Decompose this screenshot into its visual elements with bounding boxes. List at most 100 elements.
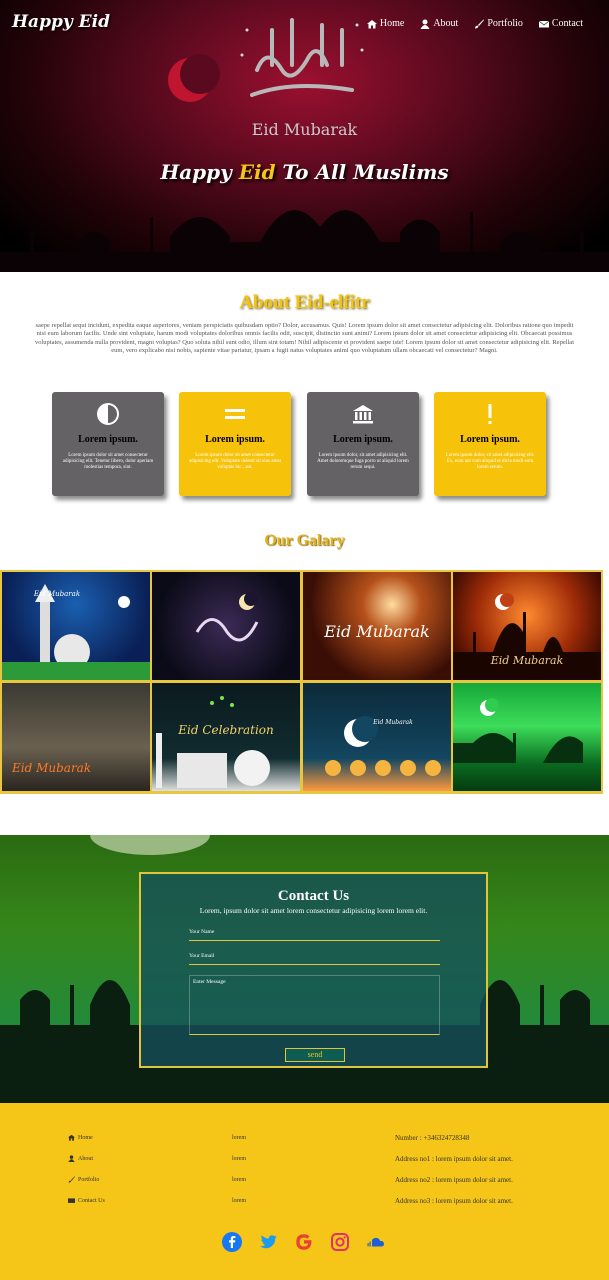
equals-icon <box>225 409 245 419</box>
contact-form: Contact Us Lorem, ipsum dolor sit amet l… <box>139 872 488 1068</box>
hero-banner: Happy Eid Home About Portfolio Contact E… <box>0 0 609 272</box>
feature-card[interactable]: Lorem ipsum. Lorem ipsum dolor, sit amet… <box>434 392 546 496</box>
hero-tagline: Happy Eid To All Muslims <box>0 160 609 184</box>
footer-middle: lorem lorem lorem lorem <box>232 1127 246 1211</box>
mosque-silhouette-illustration <box>453 698 583 763</box>
facebook-icon[interactable] <box>222 1232 242 1252</box>
card-title: Lorem ipsum. <box>333 434 393 445</box>
mosque-skyline-illustration <box>0 210 609 272</box>
footer-link-portfolio[interactable]: Portfolio <box>68 1169 105 1190</box>
soundcloud-icon[interactable] <box>366 1232 386 1252</box>
footer-phone: Number : +346324728348 <box>395 1133 470 1142</box>
footer-link-about[interactable]: About <box>68 1148 105 1169</box>
gallery-caption: Eid Mubarak <box>324 622 430 641</box>
card-title: Lorem ipsum. <box>78 434 138 445</box>
gallery-image[interactable] <box>453 683 601 791</box>
card-title: Lorem ipsum. <box>205 434 265 445</box>
nav-contact-label: Contact <box>551 18 583 29</box>
footer: Home About Portfolio Contact Us lorem lo… <box>0 1103 609 1280</box>
footer-links: Home About Portfolio Contact Us <box>68 1127 105 1211</box>
footer-link-label: About <box>78 1155 93 1162</box>
nav-about-label: About <box>433 18 459 29</box>
lanterns-illustration <box>325 716 441 776</box>
message-field[interactable]: Enter Message <box>189 975 440 1035</box>
instagram-icon[interactable] <box>330 1232 350 1252</box>
envelope-icon <box>68 1198 75 1203</box>
exclamation-icon <box>488 404 492 424</box>
contact-title: Contact Us <box>277 888 350 904</box>
half-circle-icon <box>97 403 119 425</box>
user-icon <box>420 19 430 29</box>
footer-link-label: Contact Us <box>78 1197 105 1204</box>
nav-home[interactable]: Home <box>366 18 405 29</box>
brand-logo[interactable]: Happy Eid <box>12 12 110 32</box>
gallery-image[interactable]: Eid Mubarak <box>303 683 451 791</box>
tagline-part: Happy <box>160 160 239 184</box>
envelope-icon <box>538 20 549 27</box>
image-gallery: Eid Mubarak Eid Mubarak Eid Mubarak Eid … <box>0 570 603 794</box>
nav-about[interactable]: About <box>420 18 458 29</box>
about-text: saepe repellat sequi incidunt, expedita … <box>34 322 575 355</box>
footer-info: Number : +346324728348 Address no1 : lor… <box>395 1127 513 1211</box>
twitter-icon[interactable] <box>258 1232 278 1252</box>
gallery-image[interactable] <box>152 572 300 680</box>
card-text: Lorem ipsum dolor sit amet consectetur a… <box>188 453 282 471</box>
gallery-image[interactable]: Eid Mubarak <box>2 572 150 680</box>
main-nav: Home About Portfolio Contact <box>366 18 583 29</box>
user-icon <box>68 1155 75 1162</box>
card-text: Lorem ipsum dolor sit amet consectetur a… <box>62 453 154 471</box>
contact-subtitle: Lorem, ipsum dolor sit amet lorem consec… <box>199 906 428 915</box>
hero-caption: Eid Mubarak <box>251 120 358 139</box>
feature-card[interactable]: Lorem ipsum. Lorem ipsum dolor sit amet … <box>52 392 164 496</box>
footer-text: lorem <box>232 1176 246 1183</box>
brush-icon <box>68 1176 75 1183</box>
gallery-caption: Eid Mubarak <box>12 761 92 775</box>
eid-calligraphy-icon <box>195 592 259 642</box>
mosque-illustration <box>156 696 270 788</box>
card-text: Lorem ipsum dolor, sit amet adipisicing … <box>445 453 535 471</box>
bank-icon <box>353 405 373 424</box>
tagline-part: To All Muslims <box>275 160 449 184</box>
card-text: Lorem ipsum dolor, sit amet adipisicing … <box>317 453 409 471</box>
footer-address: Address no1 : lorem ipsum dolor sit amet… <box>395 1154 513 1163</box>
home-icon <box>366 19 377 28</box>
gallery-image[interactable]: Eid Mubarak <box>2 683 150 791</box>
gallery-image[interactable]: Eid Mubarak <box>303 572 451 680</box>
footer-text: lorem <box>232 1197 246 1204</box>
footer-link-label: Portfolio <box>78 1176 100 1183</box>
gallery-image[interactable]: Eid Mubarak <box>453 572 601 680</box>
crescent-moon-icon <box>168 54 220 102</box>
footer-address: Address no3 : lorem ipsum dolor sit amet… <box>395 1196 513 1205</box>
feature-cards: Lorem ipsum. Lorem ipsum dolor sit amet … <box>52 392 558 496</box>
feature-card[interactable]: Lorem ipsum. Lorem ipsum dolor, sit amet… <box>307 392 419 496</box>
footer-link-label: Home <box>78 1134 93 1141</box>
gallery-title: Our Galary <box>264 532 345 549</box>
card-title: Lorem ipsum. <box>460 434 520 445</box>
footer-text: lorem <box>232 1155 246 1162</box>
social-links <box>222 1232 386 1252</box>
about-title: About Eid-elfitr <box>239 292 370 313</box>
nav-home-label: Home <box>379 18 405 29</box>
gallery-image[interactable]: Eid Celebration <box>152 683 300 791</box>
footer-address: Address no2 : lorem ipsum dolor sit amet… <box>395 1175 513 1184</box>
footer-link-contact[interactable]: Contact Us <box>68 1190 105 1211</box>
home-icon <box>68 1134 75 1141</box>
nav-contact[interactable]: Contact <box>538 18 583 29</box>
gallery-caption: Eid Mubarak <box>33 590 81 598</box>
nav-portfolio[interactable]: Portfolio <box>474 18 523 29</box>
tagline-accent: Eid <box>238 160 276 184</box>
nav-portfolio-label: Portfolio <box>487 18 523 29</box>
feature-card[interactable]: Lorem ipsum. Lorem ipsum dolor sit amet … <box>179 392 291 496</box>
eid-calligraphy-icon <box>240 18 364 97</box>
email-field[interactable]: Your Email <box>189 949 440 965</box>
mosque-illustration <box>2 584 150 680</box>
google-icon[interactable] <box>294 1232 314 1252</box>
gallery-caption: Eid Celebration <box>178 723 274 737</box>
send-button[interactable]: send <box>285 1048 345 1062</box>
brush-icon <box>475 19 485 28</box>
gallery-caption: Eid Mubarak <box>373 719 413 726</box>
footer-link-home[interactable]: Home <box>68 1127 105 1148</box>
gallery-caption: Eid Mubarak <box>490 654 564 667</box>
footer-text: lorem <box>232 1134 246 1141</box>
name-field[interactable]: Your Name <box>189 925 440 941</box>
